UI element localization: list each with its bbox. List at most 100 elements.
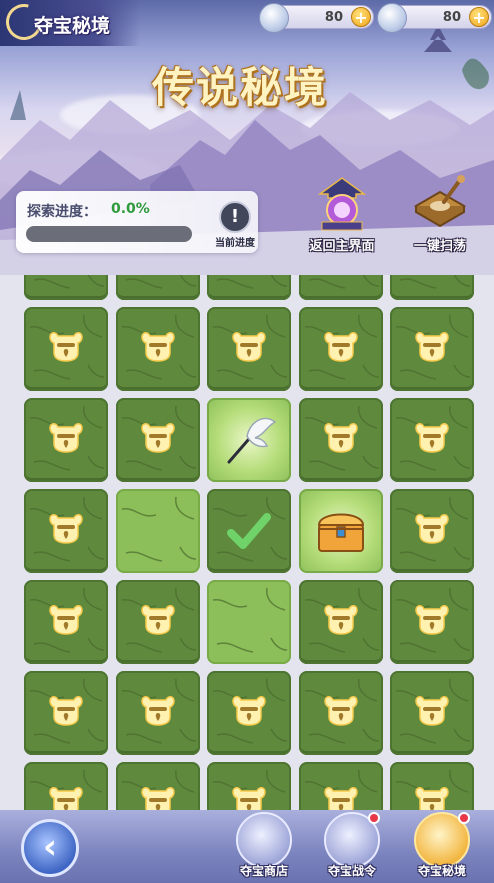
locked-tile[interactable] (207, 307, 291, 391)
sweep-label: 一键扫荡 (413, 239, 466, 254)
locked-tile[interactable] (298, 398, 383, 482)
locked-tile[interactable] (390, 398, 474, 482)
locked-tile[interactable] (298, 671, 383, 755)
lock-icon (140, 696, 175, 726)
lock-icon (232, 696, 266, 726)
locked-tile[interactable] (115, 762, 200, 810)
locked-tile[interactable] (24, 762, 108, 810)
current-progress-label: 当前进度 (215, 238, 255, 249)
locked-tile[interactable] (298, 762, 383, 810)
locked-tile[interactable] (207, 275, 291, 300)
locked-tile[interactable] (115, 580, 200, 664)
currency-silver: 80 + (259, 3, 374, 33)
lock-icon (415, 514, 449, 544)
progress-value: 0.0% (111, 201, 150, 217)
lock-icon (323, 332, 358, 362)
locked-tile[interactable] (24, 671, 108, 755)
header-scene: 夺宝秘境 80 + 80 + 传说秘境 探索进度： 0.0% ! 当前进度 返回… (0, 0, 494, 275)
nav-treasure-shop[interactable]: 夺宝商店 (228, 812, 300, 882)
lock-icon (323, 423, 358, 453)
tile-texture (308, 275, 379, 289)
feather-quill-icon (227, 417, 277, 464)
locked-tile[interactable] (390, 762, 474, 810)
lock-icon (415, 787, 449, 810)
exclamation-icon: ! (219, 201, 251, 233)
treasure-chest-icon (317, 513, 364, 552)
back-button[interactable]: ‹ (21, 819, 79, 877)
locked-tile[interactable] (390, 671, 474, 755)
item-tile-feather[interactable] (207, 398, 291, 482)
locked-tile[interactable] (115, 671, 200, 755)
locked-tile[interactable] (24, 307, 108, 391)
lock-icon (140, 332, 175, 362)
lock-icon (323, 605, 358, 635)
add-silver-button[interactable]: + (351, 7, 371, 27)
locked-tile[interactable] (298, 275, 383, 300)
locked-tile[interactable] (298, 580, 383, 664)
nav-treasure-realm[interactable]: 夺宝秘境 (406, 812, 478, 882)
lock-icon (323, 696, 358, 726)
lock-icon (140, 605, 175, 635)
lock-icon (232, 332, 266, 362)
tile-texture (125, 275, 196, 289)
notification-dot (458, 812, 470, 824)
locked-tile[interactable] (24, 580, 108, 664)
cleared-tile[interactable] (207, 489, 291, 573)
currency-pearl-amount: 80 (442, 10, 461, 25)
corner-title: 夺宝秘境 (34, 15, 111, 37)
currency-silver-amount: 80 (324, 10, 343, 25)
lock-icon (415, 696, 449, 726)
lock-icon (232, 787, 266, 810)
realm-corner-badge: 夺宝秘境 (0, 0, 140, 47)
nav-battle-pass[interactable]: 夺宝战令 (316, 812, 388, 882)
sweep-button[interactable]: 一键扫荡 (398, 172, 482, 258)
locked-tile[interactable] (24, 489, 108, 573)
silver-coin-icon (259, 3, 289, 33)
locked-tile[interactable] (390, 580, 474, 664)
locked-tile[interactable] (390, 489, 474, 573)
tile-texture (216, 275, 288, 289)
tile-texture (399, 275, 471, 289)
lock-icon (49, 423, 83, 453)
notification-dot (368, 812, 380, 824)
nav-treasure-shop-label: 夺宝商店 (239, 864, 288, 878)
treasure-grid-board (0, 275, 494, 810)
pearl-icon (377, 3, 407, 33)
locked-tile[interactable] (115, 398, 200, 482)
locked-tile[interactable] (390, 275, 474, 300)
exploration-progress-card: 探索进度： 0.0% ! 当前进度 (16, 191, 258, 253)
locked-tile[interactable] (115, 307, 200, 391)
lock-icon (323, 787, 358, 810)
locked-tile[interactable] (298, 307, 383, 391)
shop-hat-icon (236, 812, 292, 868)
tile-texture (33, 275, 105, 289)
lock-icon (49, 332, 83, 362)
lock-icon (49, 696, 83, 726)
locked-tile[interactable] (24, 275, 108, 300)
lock-icon (415, 423, 449, 453)
page-title: 传说秘境 (152, 63, 329, 112)
lock-icon (49, 605, 83, 635)
locked-tile[interactable] (207, 762, 291, 810)
lock-icon (415, 332, 449, 362)
checkmark-icon (227, 513, 271, 549)
chevron-left-icon: ‹ (42, 827, 57, 867)
add-pearl-button[interactable]: + (469, 7, 489, 27)
return-main-label: 返回主界面 (309, 239, 375, 254)
locked-tile[interactable] (207, 671, 291, 755)
revealed-tile[interactable] (207, 580, 291, 664)
lock-icon (140, 787, 175, 810)
nav-battle-pass-label: 夺宝战令 (327, 864, 376, 878)
lock-icon (49, 514, 83, 544)
progress-label: 探索进度： (27, 204, 97, 220)
currency-pearl: 80 + (377, 3, 492, 33)
locked-tile[interactable] (390, 307, 474, 391)
bottom-nav: ‹ 夺宝商店 夺宝战令 夺宝秘境 (0, 810, 494, 883)
locked-tile[interactable] (115, 275, 200, 300)
locked-tile[interactable] (24, 398, 108, 482)
return-main-button[interactable]: 返回主界面 (300, 172, 384, 258)
sweep-tray-icon (414, 175, 466, 228)
current-progress-button[interactable]: ! 当前进度 (208, 201, 262, 249)
item-tile-chest[interactable] (298, 489, 383, 573)
revealed-tile[interactable] (115, 489, 200, 573)
